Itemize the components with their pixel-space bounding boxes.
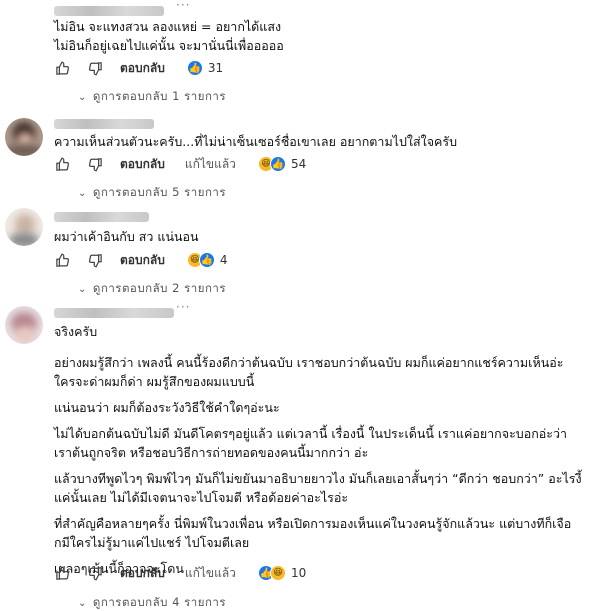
comment-paragraph: แน่นอนว่า ผมก็ต้องระวังวิธีใช้คำใดๆอ่ะนะ [54, 400, 280, 415]
comment-paragraph: ไม่อิน จะแทงสวน ลองแหย่ = อยากได้แสง ไม่… [54, 19, 284, 53]
like-reaction-icon: 👍 [186, 60, 203, 76]
comment-paragraph: ความเห็นส่วนตัวนะครับ...ที่ไม่น่าเซ็นเซอ… [54, 134, 458, 149]
comment-paragraph: จริงครับ [54, 324, 98, 339]
like-button[interactable] [54, 565, 70, 581]
dislike-button[interactable] [87, 60, 103, 76]
like-reaction-icon: 👍 [198, 252, 215, 268]
more-options-dots[interactable]: ··· [176, 0, 190, 12]
comment-paragraph: ผมว่าเค้าอินกับ สว แน่นอน [54, 229, 199, 244]
comment-paragraph: ไม่ได้บอกต้นฉบับไม่ดี มันดีโคตรๆอยู่แล้ว… [54, 426, 568, 460]
view-replies-label: ดูการตอบกลับ 1 รายการ [92, 89, 227, 103]
avatar[interactable] [5, 208, 43, 246]
view-replies-label: ดูการตอบกลับ 2 รายการ [92, 281, 227, 295]
reply-button[interactable]: ตอบกลับ [120, 59, 165, 78]
like-button[interactable] [54, 156, 70, 172]
thumbs-down-icon [88, 157, 102, 171]
reply-button[interactable]: ตอบกลับ [120, 251, 165, 270]
dislike-button[interactable] [87, 565, 103, 581]
chevron-down-icon: ⌄ [78, 187, 87, 199]
like-button[interactable] [54, 252, 70, 268]
chevron-down-icon: ⌄ [78, 91, 87, 103]
comment-actions: ตอบกลับ 👍 31 [54, 58, 223, 78]
comment-actions: ตอบกลับ 😆 👍 4 [54, 250, 228, 270]
reactions[interactable]: 😆 👍 54 [257, 156, 307, 172]
dislike-button[interactable] [87, 156, 103, 172]
reply-button[interactable]: ตอบกลับ [120, 155, 165, 174]
thumbs-up-icon [55, 61, 69, 75]
reaction-count: 54 [290, 157, 307, 171]
dislike-button[interactable] [87, 252, 103, 268]
reactions[interactable]: 👍 31 [186, 60, 224, 76]
thumbs-up-icon [55, 253, 69, 267]
like-button[interactable] [54, 60, 70, 76]
view-replies-link[interactable]: ⌄ ดูการตอบกลับ 1 รายการ [78, 88, 226, 106]
comment-actions: ตอบกลับ แก้ไขแล้ว 👍 😆 10 [54, 563, 306, 583]
reply-button[interactable]: ตอบกลับ [120, 564, 165, 583]
chevron-down-icon: ⌄ [78, 597, 87, 609]
reactions[interactable]: 😆 👍 4 [186, 252, 228, 268]
comment-text: ไม่อิน จะแทงสวน ลองแหย่ = อยากได้แสง ไม่… [54, 17, 594, 62]
author-name-blurred[interactable] [54, 308, 174, 318]
reactions[interactable]: 👍 😆 10 [257, 565, 307, 581]
reaction-count: 10 [290, 566, 307, 580]
thumbs-down-icon [88, 566, 102, 580]
view-replies-link[interactable]: ⌄ ดูการตอบกลับ 4 รายการ [78, 594, 226, 611]
author-name-blurred[interactable] [54, 6, 164, 16]
thumbs-up-icon [55, 157, 69, 171]
comment-paragraph: แล้วบางทีพูดไวๆ พิมพ์ไวๆ มันก็ไม่ขยันมาอ… [54, 471, 582, 505]
comment-text: จริงครับ อย่างผมรู้สึกว่า เพลงนี้ คนนี้ร… [54, 322, 594, 585]
view-replies-link[interactable]: ⌄ ดูการตอบกลับ 5 รายการ [78, 184, 226, 202]
like-reaction-icon: 👍 [269, 156, 286, 172]
author-name-blurred[interactable] [54, 212, 149, 222]
view-replies-label: ดูการตอบกลับ 5 รายการ [92, 185, 227, 199]
comment-paragraph: ที่สำคัญคือหลายๆครั้ง นี่พิมพ์ในวงเพื่อน… [54, 516, 572, 550]
thumbs-down-icon [88, 61, 102, 75]
thumbs-down-icon [88, 253, 102, 267]
view-replies-link[interactable]: ⌄ ดูการตอบกลับ 2 รายการ [78, 280, 226, 298]
chevron-down-icon: ⌄ [78, 283, 87, 295]
edited-label: แก้ไขแล้ว [184, 565, 236, 580]
reaction-count: 31 [207, 61, 224, 75]
comment-actions: ตอบกลับ แก้ไขแล้ว 😆 👍 54 [54, 154, 306, 174]
edited-label: แก้ไขแล้ว [184, 156, 236, 171]
comment-paragraph: อย่างผมรู้สึกว่า เพลงนี้ คนนี้ร้องดีกว่า… [54, 355, 564, 389]
more-options-dots[interactable]: ··· [176, 300, 190, 314]
avatar[interactable] [5, 306, 43, 344]
author-name-blurred[interactable] [54, 119, 154, 129]
view-replies-label: ดูการตอบกลับ 4 รายการ [92, 595, 227, 609]
avatar[interactable] [5, 118, 43, 156]
haha-reaction-icon: 😆 [269, 565, 286, 581]
thumbs-up-icon [55, 566, 69, 580]
reaction-count: 4 [219, 253, 228, 267]
